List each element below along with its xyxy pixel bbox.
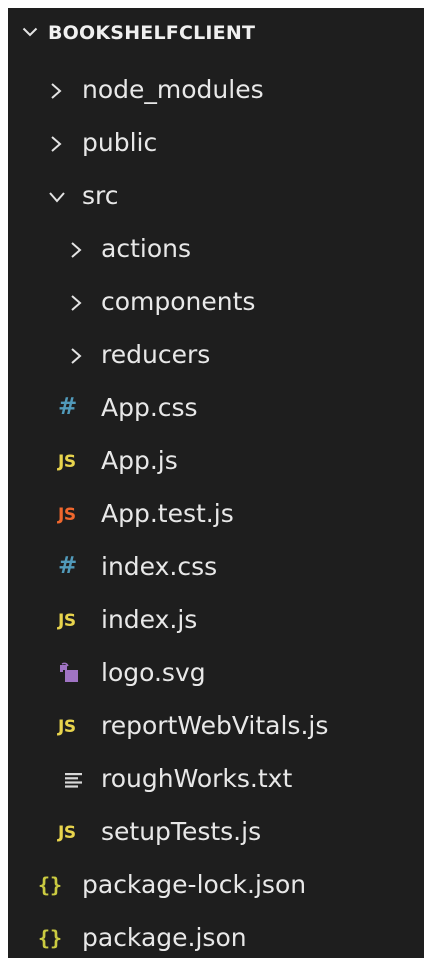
js-file-icon: JS xyxy=(58,452,76,472)
js-test-file-icon: JS xyxy=(58,505,76,525)
tree-item-label: components xyxy=(101,287,256,316)
folder-src[interactable]: src xyxy=(8,171,424,221)
tree-item-label: index.js xyxy=(101,605,198,634)
tree-item-label: roughWorks.txt xyxy=(101,764,293,793)
file-app-css[interactable]: # App.css xyxy=(8,383,424,433)
chevron-right-icon xyxy=(51,83,62,99)
tree-item-label: App.test.js xyxy=(101,499,234,528)
tree-item-label: App.js xyxy=(101,446,178,475)
tree-item-label: logo.svg xyxy=(101,658,206,687)
file-app-test-js[interactable]: JS App.test.js xyxy=(8,489,424,539)
chevron-right-icon xyxy=(71,295,82,311)
file-package-lock-json[interactable]: {} package-lock.json xyxy=(8,860,424,910)
file-index-js[interactable]: JS index.js xyxy=(8,595,424,645)
tree-item-label: actions xyxy=(101,234,191,263)
file-explorer: BOOKSHELFCLIENT node_modules public src xyxy=(0,0,432,966)
text-file-icon xyxy=(65,773,82,788)
tree-item-label: App.css xyxy=(101,393,198,422)
tree-item-label: index.css xyxy=(101,552,218,581)
js-file-icon: JS xyxy=(58,717,76,737)
json-file-icon: {} xyxy=(38,873,63,897)
folder-actions[interactable]: actions xyxy=(8,224,424,274)
file-package-json[interactable]: {} package.json xyxy=(8,913,424,958)
tree-item-label: package.json xyxy=(82,923,247,952)
file-logo-svg[interactable]: logo.svg xyxy=(8,648,424,698)
json-file-icon: {} xyxy=(38,926,63,950)
explorer-panel: BOOKSHELFCLIENT node_modules public src xyxy=(8,8,424,958)
folder-reducers[interactable]: reducers xyxy=(8,330,424,380)
tree-item-label: public xyxy=(82,128,158,157)
file-rough-works-txt[interactable]: roughWorks.txt xyxy=(8,754,424,804)
file-index-css[interactable]: # index.css xyxy=(8,542,424,592)
explorer-root-header[interactable]: BOOKSHELFCLIENT xyxy=(8,15,424,55)
chevron-right-icon xyxy=(71,242,82,258)
explorer-root-title: BOOKSHELFCLIENT xyxy=(48,22,256,44)
js-file-icon: JS xyxy=(58,823,76,843)
folder-public[interactable]: public xyxy=(8,118,424,168)
svg-file-icon xyxy=(60,662,78,682)
tree-item-label: src xyxy=(82,181,119,210)
file-setup-tests-js[interactable]: JS setupTests.js xyxy=(8,807,424,857)
tree-item-label: reducers xyxy=(101,340,211,369)
tree-item-label: setupTests.js xyxy=(101,817,262,846)
file-report-web-vitals-js[interactable]: JS reportWebVitals.js xyxy=(8,701,424,751)
file-app-js[interactable]: JS App.js xyxy=(8,436,424,486)
js-file-icon: JS xyxy=(58,611,76,631)
chevron-down-icon xyxy=(49,192,65,203)
chevron-right-icon xyxy=(71,348,82,364)
tree-item-label: reportWebVitals.js xyxy=(101,711,329,740)
css-file-icon: # xyxy=(58,553,78,579)
tree-item-label: package-lock.json xyxy=(82,870,307,899)
folder-components[interactable]: components xyxy=(8,277,424,327)
css-file-icon: # xyxy=(58,394,78,420)
chevron-down-icon xyxy=(22,27,38,37)
folder-node-modules[interactable]: node_modules xyxy=(8,65,424,115)
tree-item-label: node_modules xyxy=(82,75,264,104)
chevron-right-icon xyxy=(51,136,62,152)
